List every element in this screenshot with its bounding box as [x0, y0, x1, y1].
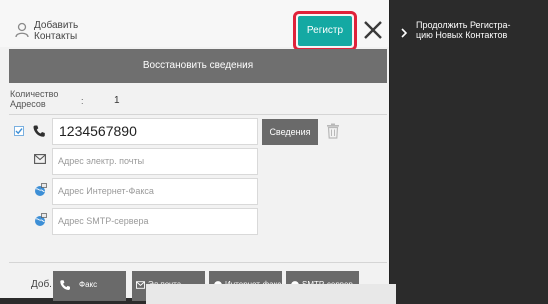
address-count-label-line2: Адресов [10, 99, 46, 109]
mail-icon [34, 154, 46, 164]
globe-icon [35, 183, 47, 196]
person-icon [15, 22, 29, 38]
address-count-value: 1 [114, 95, 120, 106]
internet-fax-field[interactable]: Адрес Интернет-Факса [52, 178, 258, 205]
restore-info-button[interactable]: Восстановить сведения [9, 49, 387, 83]
divider [9, 262, 387, 263]
tab-fax-label: Факс [79, 280, 98, 289]
address-count-label: Количество Адресов [10, 89, 58, 109]
register-button[interactable]: Регистр [298, 16, 352, 46]
checkbox-icon[interactable] [14, 126, 24, 136]
chevron-right-icon[interactable] [400, 28, 408, 38]
page-title-line1: Добавить [34, 20, 79, 31]
add-contact-panel: Добавить Контакты Регистр Восстановить с… [0, 0, 396, 304]
address-count-label-line1: Количество [10, 89, 59, 99]
continue-registration-line1: Продолжить Регистра- [416, 20, 511, 30]
smtp-server-field[interactable]: Адрес SMTP-сервера [52, 208, 258, 235]
address-count-colon: : [81, 96, 84, 106]
details-button[interactable]: Сведения [262, 119, 318, 145]
mail-icon [136, 281, 145, 289]
globe-icon [35, 213, 47, 226]
email-field[interactable]: Адрес электр. почты [52, 148, 258, 175]
phone-icon [33, 125, 45, 137]
continue-registration-line2: цию Новых Контактов [416, 30, 508, 40]
phone-icon [60, 280, 70, 290]
page-title: Добавить Контакты [34, 20, 78, 42]
fax-number-field[interactable]: 1234567890 [52, 118, 258, 145]
tab-fax[interactable]: Факс [53, 271, 126, 301]
trash-icon[interactable] [326, 123, 340, 139]
page-title-line2: Контакты [34, 31, 78, 42]
close-icon[interactable] [360, 17, 386, 43]
continue-registration-label[interactable]: Продолжить Регистра- цию Новых Контактов [416, 20, 546, 40]
add-label: Доб. [31, 279, 52, 290]
popup-overlay [146, 284, 396, 304]
divider [9, 114, 387, 115]
